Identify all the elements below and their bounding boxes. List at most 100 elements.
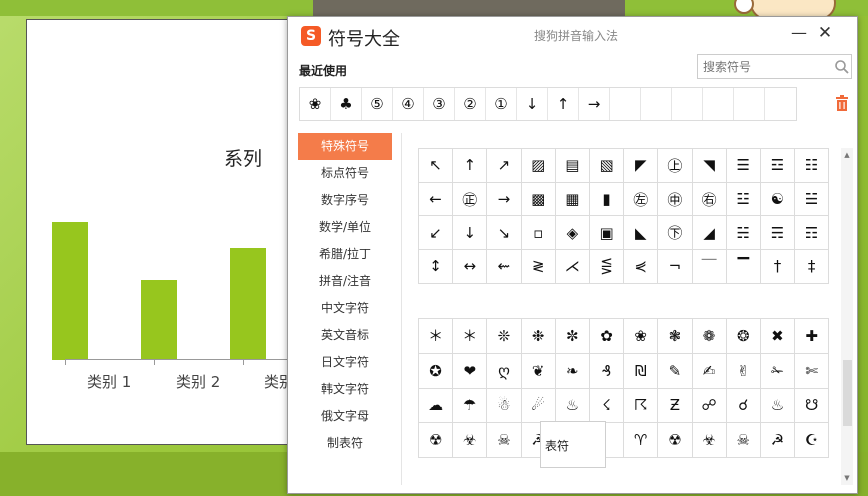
dialog-titlebar[interactable]: S 符号大全 搜狗拼音输入法 — ✕	[288, 17, 857, 53]
category-item[interactable]: 制表符	[298, 430, 392, 457]
symbol-cell[interactable]: ✿	[589, 319, 625, 354]
category-item[interactable]: 拼音/注音	[298, 268, 392, 295]
symbol-cell[interactable]: ☃	[487, 388, 522, 424]
symbol-cell[interactable]: ◈	[555, 216, 590, 251]
symbol-cell[interactable]: ☄	[521, 388, 556, 424]
symbol-cell[interactable]: ◥	[692, 149, 727, 183]
symbol-cell[interactable]: ☢	[419, 423, 454, 459]
symbol-cell[interactable]: ￣	[692, 250, 727, 284]
recent-symbol-cell[interactable]	[610, 88, 641, 120]
symbol-cell[interactable]: ≷	[521, 250, 556, 284]
recent-symbol-cell[interactable]: ①	[486, 88, 517, 120]
symbol-cell[interactable]: ㊦	[658, 216, 693, 251]
scroll-up-arrow-icon[interactable]: ▲	[841, 150, 853, 160]
symbol-cell[interactable]: ▮	[589, 182, 625, 217]
symbol-cell[interactable]: ↕	[419, 250, 454, 284]
symbol-cell[interactable]: ◤	[624, 149, 659, 183]
symbol-cell[interactable]: ✁	[760, 353, 796, 389]
recent-symbol-cell[interactable]	[765, 88, 796, 120]
minimize-button[interactable]: —	[790, 24, 808, 42]
category-item[interactable]: 日文字符	[298, 349, 392, 376]
symbol-cell[interactable]: ☠	[487, 423, 522, 459]
chart-bar[interactable]	[230, 248, 266, 360]
symbol-cell[interactable]: ◣	[624, 216, 659, 251]
recent-symbol-cell[interactable]: ❀	[300, 88, 331, 120]
symbol-cell[interactable]: ☁	[419, 388, 454, 424]
symbol-cell[interactable]: ❃	[658, 319, 693, 354]
symbol-cell[interactable]: ↖	[419, 149, 454, 183]
symbol-cell[interactable]: ↙	[419, 216, 454, 251]
category-item[interactable]: 英文音标	[298, 322, 392, 349]
symbol-cell[interactable]: ☯	[760, 182, 796, 217]
symbol-cell[interactable]: ❀	[624, 319, 659, 354]
symbol-cell[interactable]: ✖	[760, 319, 796, 354]
scrollbar-track[interactable]	[841, 148, 853, 485]
symbol-cell[interactable]: ✌	[726, 353, 761, 389]
symbol-cell[interactable]: ☇	[589, 388, 625, 424]
symbol-cell[interactable]: ↗	[487, 149, 522, 183]
recent-symbol-cell[interactable]: →	[579, 88, 610, 120]
symbol-cell[interactable]: ㊣	[453, 182, 488, 217]
search-icon[interactable]	[834, 59, 850, 75]
symbol-cell[interactable]: ☶	[795, 216, 830, 251]
symbol-cell[interactable]: †	[760, 250, 796, 284]
symbol-cell[interactable]: ▫	[521, 216, 556, 251]
symbol-cell[interactable]: ♨	[760, 388, 796, 424]
recent-symbol-cell[interactable]: ↑	[548, 88, 579, 120]
symbol-cell[interactable]: ㊨	[692, 182, 727, 217]
symbol-cell[interactable]: ㊧	[624, 182, 659, 217]
symbol-cell[interactable]: ☵	[726, 216, 761, 251]
symbol-cell[interactable]: ¬	[658, 250, 693, 284]
symbol-cell[interactable]: ▦	[555, 182, 590, 217]
category-item[interactable]: 俄文字母	[298, 403, 392, 430]
symbol-cell[interactable]: ❤	[453, 353, 488, 389]
symbol-cell[interactable]: ღ	[487, 353, 522, 389]
symbol-cell[interactable]: ☳	[726, 182, 761, 217]
symbol-cell[interactable]: ▤	[555, 149, 590, 183]
symbol-cell[interactable]: ♨	[555, 388, 590, 424]
recent-symbol-cell[interactable]: ↓	[517, 88, 548, 120]
symbol-cell[interactable]: ❦	[521, 353, 556, 389]
recent-symbol-cell[interactable]: ⑤	[362, 88, 393, 120]
category-item[interactable]: 数字序号	[298, 187, 392, 214]
symbol-cell[interactable]: ❂	[726, 319, 761, 354]
symbol-cell[interactable]: ☲	[760, 149, 796, 183]
symbol-cell[interactable]: ✼	[555, 319, 590, 354]
symbol-cell[interactable]: ☂	[453, 388, 488, 424]
symbol-cell[interactable]: ◢	[692, 216, 727, 251]
symbol-cell[interactable]: ✍	[692, 353, 727, 389]
recent-symbol-cell[interactable]: ③	[424, 88, 455, 120]
symbol-cell[interactable]: →	[487, 182, 522, 217]
symbol-cell[interactable]: ☢	[658, 423, 693, 459]
symbol-cell[interactable]: ㊤	[658, 149, 693, 183]
recent-symbol-cell[interactable]: ④	[393, 88, 424, 120]
close-button[interactable]: ✕	[816, 24, 834, 42]
symbol-cell[interactable]: ✄	[795, 353, 830, 389]
symbol-cell[interactable]: ⋚	[589, 250, 625, 284]
symbol-cell[interactable]: ▨	[521, 149, 556, 183]
symbol-cell[interactable]: ₪	[624, 353, 659, 389]
symbol-cell[interactable]: ❉	[521, 319, 556, 354]
symbol-cell[interactable]: ↔	[453, 250, 488, 284]
symbol-cell[interactable]: ☍	[692, 388, 727, 424]
symbol-cell[interactable]: ▔	[726, 250, 761, 284]
symbol-search-input[interactable]	[703, 58, 823, 75]
symbol-cell[interactable]: ₰	[589, 353, 625, 389]
recent-symbol-cell[interactable]	[703, 88, 734, 120]
symbol-cell[interactable]: Ƶ	[658, 388, 693, 424]
symbol-cell[interactable]: ☰	[726, 149, 761, 183]
symbol-cell[interactable]: ✪	[419, 353, 454, 389]
symbol-cell[interactable]: ⋌	[555, 250, 590, 284]
symbol-cell[interactable]: ✚	[795, 319, 830, 354]
symbol-cell[interactable]: ♈	[624, 423, 659, 459]
trash-icon[interactable]	[835, 95, 849, 111]
symbol-cell[interactable]: ☱	[795, 182, 830, 217]
symbol-cell[interactable]: ↑	[453, 149, 488, 183]
symbol-cell[interactable]: ▩	[521, 182, 556, 217]
symbol-cell[interactable]: ❧	[555, 353, 590, 389]
symbol-cell[interactable]: ☷	[795, 149, 830, 183]
symbol-cell[interactable]: ☋	[795, 388, 830, 424]
symbol-cell[interactable]: ☈	[624, 388, 659, 424]
symbol-cell[interactable]: ＊	[453, 319, 488, 354]
category-item[interactable]: 特殊符号	[298, 133, 392, 160]
